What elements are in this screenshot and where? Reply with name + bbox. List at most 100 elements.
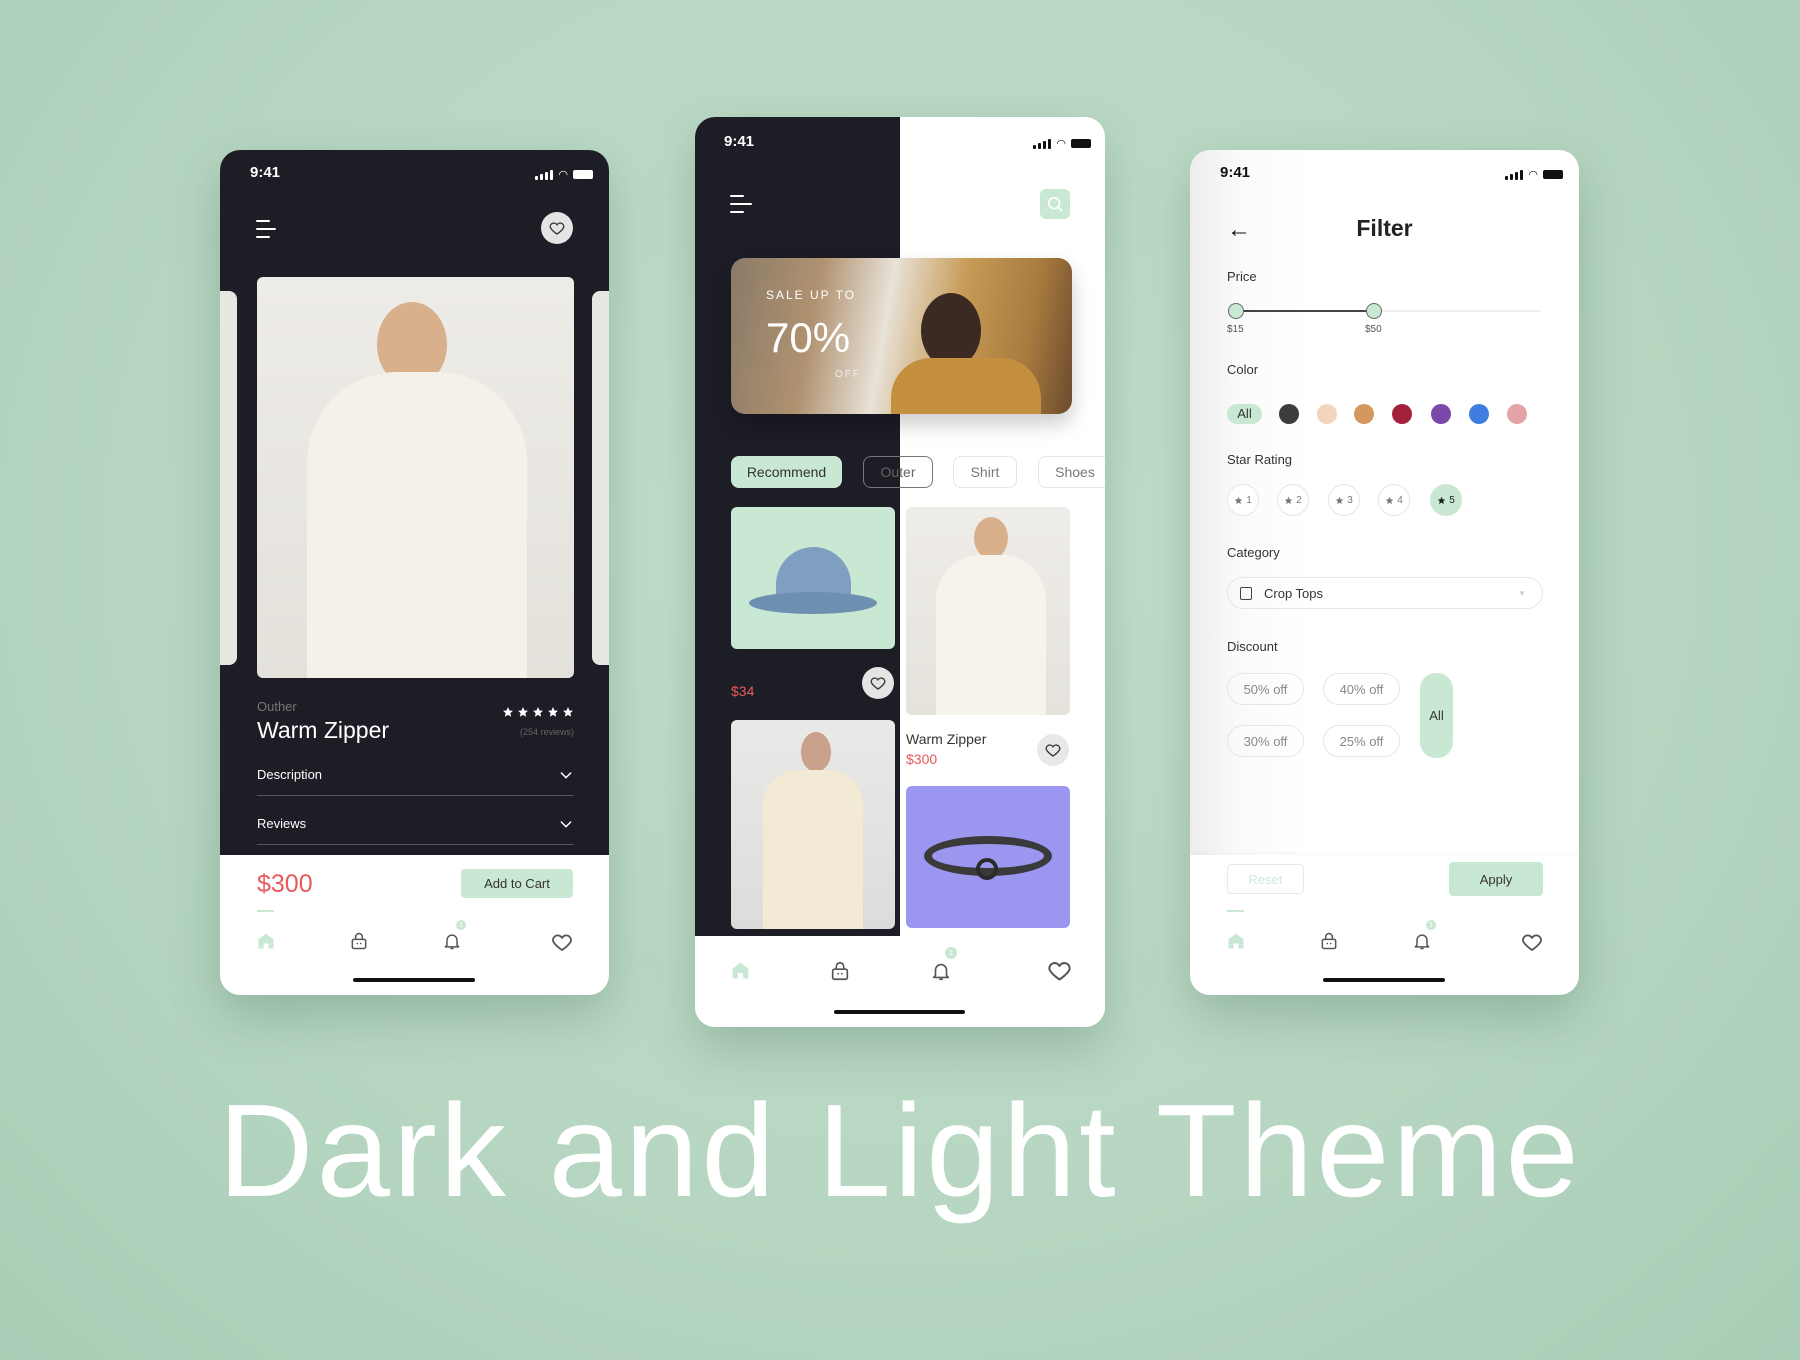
- banner-discount: 70%: [766, 314, 851, 361]
- color-swatch[interactable]: [1317, 404, 1337, 424]
- discount-30[interactable]: 30% off: [1227, 725, 1304, 757]
- nav-home[interactable]: [730, 960, 751, 981]
- chevron-down-icon: [558, 767, 574, 783]
- product-card-hat[interactable]: [731, 507, 895, 649]
- nav-home[interactable]: [1226, 931, 1246, 951]
- star-icon: [1284, 496, 1293, 505]
- color-swatch[interactable]: [1392, 404, 1412, 424]
- star-value: 2: [1296, 494, 1302, 506]
- star-filter-4[interactable]: 4: [1378, 484, 1410, 516]
- tab-outer[interactable]: Outer: [863, 456, 933, 488]
- nav-favorites[interactable]: [1520, 930, 1544, 954]
- status-time: 9:41: [724, 133, 755, 150]
- color-all-chip[interactable]: All: [1227, 404, 1262, 424]
- accordion-label: Reviews: [257, 816, 307, 831]
- star-icon: [1234, 496, 1243, 505]
- product-title: Warm Zipper: [257, 717, 390, 743]
- price: $300: [257, 870, 313, 898]
- star-filter-2[interactable]: 2: [1277, 484, 1309, 516]
- home-screen: 9:41 ◠ SALE UP TO 70% OFF Recommend Oute…: [695, 117, 1105, 1027]
- color-swatch[interactable]: [1431, 404, 1451, 424]
- star-filter-3[interactable]: 3: [1328, 484, 1360, 516]
- product-name: Warm Zipper: [906, 731, 987, 747]
- sale-banner[interactable]: SALE UP TO 70% OFF: [731, 258, 1072, 414]
- status-icons: ◠: [1505, 168, 1563, 181]
- search-icon: [1045, 194, 1065, 214]
- nav-bag[interactable]: [349, 931, 369, 951]
- price-max-handle[interactable]: [1366, 303, 1382, 319]
- prev-card[interactable]: [220, 291, 237, 665]
- tab-shoes[interactable]: Shoes: [1038, 456, 1105, 488]
- bag-icon: [1319, 931, 1339, 951]
- star-filter-1[interactable]: 1: [1227, 484, 1259, 516]
- apply-button[interactable]: Apply: [1449, 862, 1543, 896]
- color-swatch[interactable]: [1279, 404, 1299, 424]
- dropdown-caret-icon: ▼: [1518, 588, 1526, 598]
- nav-favorites[interactable]: [1046, 957, 1073, 984]
- star-icon: [547, 706, 559, 718]
- notification-badge: 1: [456, 920, 466, 930]
- banner-line3: OFF: [835, 369, 861, 380]
- rating-stars: [502, 706, 574, 718]
- next-card[interactable]: [592, 291, 609, 665]
- heart-icon: [869, 674, 887, 692]
- filter-screen: 9:41 ◠ ← Filter Price $15 $50 Color All …: [1190, 150, 1579, 995]
- category-select[interactable]: Crop Tops ▼: [1227, 577, 1543, 609]
- review-count: (254 reviews): [519, 727, 574, 737]
- nav-notifications[interactable]: [442, 931, 462, 951]
- discount-all[interactable]: All: [1420, 673, 1453, 758]
- accordion-reviews[interactable]: Reviews: [257, 816, 574, 845]
- add-to-cart-button[interactable]: Add to Cart: [461, 869, 573, 898]
- star-rating-label: Star Rating: [1227, 452, 1293, 467]
- menu-icon[interactable]: [730, 195, 752, 219]
- color-swatch[interactable]: [1469, 404, 1489, 424]
- product-card-belt[interactable]: [906, 786, 1070, 928]
- tab-shirt[interactable]: Shirt: [953, 456, 1017, 488]
- price-min-value: $15: [1227, 324, 1244, 335]
- discount-25[interactable]: 25% off: [1323, 725, 1400, 757]
- chevron-down-icon: [558, 816, 574, 832]
- page-title: Filter: [1356, 215, 1413, 241]
- discount-label: Discount: [1227, 639, 1278, 654]
- home-icon: [256, 931, 276, 951]
- star-icon: [562, 706, 574, 718]
- product-card-coat[interactable]: [906, 507, 1070, 715]
- favorite-button[interactable]: [862, 667, 894, 699]
- status-icons: ◠: [535, 168, 593, 181]
- home-icon: [1226, 931, 1246, 951]
- nav-notifications[interactable]: [930, 960, 952, 982]
- menu-icon[interactable]: [256, 220, 276, 244]
- color-swatch[interactable]: [1507, 404, 1527, 424]
- home-icon: [730, 960, 751, 981]
- bell-icon: [930, 960, 952, 982]
- nav-bag[interactable]: [1319, 931, 1339, 951]
- favorite-button[interactable]: [1037, 734, 1069, 766]
- home-indicator: [353, 978, 475, 982]
- price-label: Price: [1227, 269, 1257, 284]
- accordion-description[interactable]: Description: [257, 767, 574, 796]
- headline: Dark and Light Theme: [218, 1077, 1582, 1224]
- favorite-button[interactable]: [541, 212, 573, 244]
- discount-40[interactable]: 40% off: [1323, 673, 1400, 705]
- discount-50[interactable]: 50% off: [1227, 673, 1304, 705]
- price-slider-range: [1236, 310, 1374, 312]
- star-value: 3: [1347, 494, 1353, 506]
- heart-icon: [548, 219, 566, 237]
- reset-button[interactable]: Reset: [1227, 864, 1304, 894]
- nav-favorites[interactable]: [550, 930, 574, 954]
- search-button[interactable]: [1040, 189, 1070, 219]
- nav-home[interactable]: [256, 931, 276, 951]
- star-filter-5[interactable]: 5: [1430, 484, 1462, 516]
- nav-bag[interactable]: [829, 960, 851, 982]
- star-icon: [1437, 496, 1446, 505]
- price-min-handle[interactable]: [1228, 303, 1244, 319]
- category-value: Crop Tops: [1264, 585, 1324, 601]
- product-card-trench[interactable]: [731, 720, 895, 929]
- color-swatch[interactable]: [1354, 404, 1374, 424]
- nav-notifications[interactable]: [1412, 931, 1432, 951]
- heart-icon: [550, 930, 574, 954]
- star-icon: [517, 706, 529, 718]
- notification-badge: 1: [945, 947, 957, 959]
- tab-recommend[interactable]: Recommend: [731, 456, 842, 488]
- status-time: 9:41: [1220, 164, 1251, 181]
